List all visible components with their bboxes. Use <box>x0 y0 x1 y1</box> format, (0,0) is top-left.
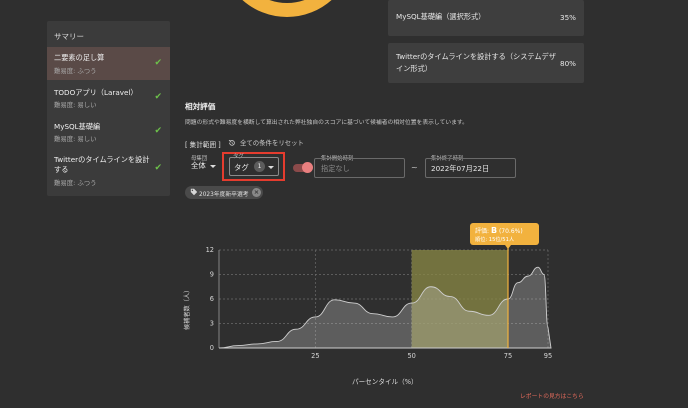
tooltip-rank: 順位: 15位/51人 <box>475 237 515 243</box>
x-tick-label: 75 <box>504 352 512 360</box>
y-tick-label: 3 <box>210 320 214 328</box>
x-axis-label: パーセンタイル（%） <box>352 378 418 386</box>
tooltip-grade: 評価: B (70.6%) <box>475 226 523 235</box>
report-guide-link[interactable]: レポートの見方はこちら <box>520 391 584 400</box>
y-tick-label: 6 <box>210 295 214 303</box>
percentile-chart: 0 3 6 9 12 25 50 75 95 <box>206 245 552 360</box>
x-tick-label: 95 <box>544 352 552 360</box>
y-tick-label: 12 <box>206 246 214 254</box>
y-tick-label: 0 <box>210 344 214 352</box>
y-axis-label: 候補者数（人） <box>184 286 191 330</box>
x-tick-label: 50 <box>407 352 415 360</box>
y-tick-label: 9 <box>210 271 214 279</box>
page: サマリー 二要素の足し算 難易度: ふつう ✔ TODOアプリ（Laravel）… <box>0 0 688 408</box>
tooltip-pointer <box>505 245 511 249</box>
x-tick-label: 25 <box>311 352 319 360</box>
